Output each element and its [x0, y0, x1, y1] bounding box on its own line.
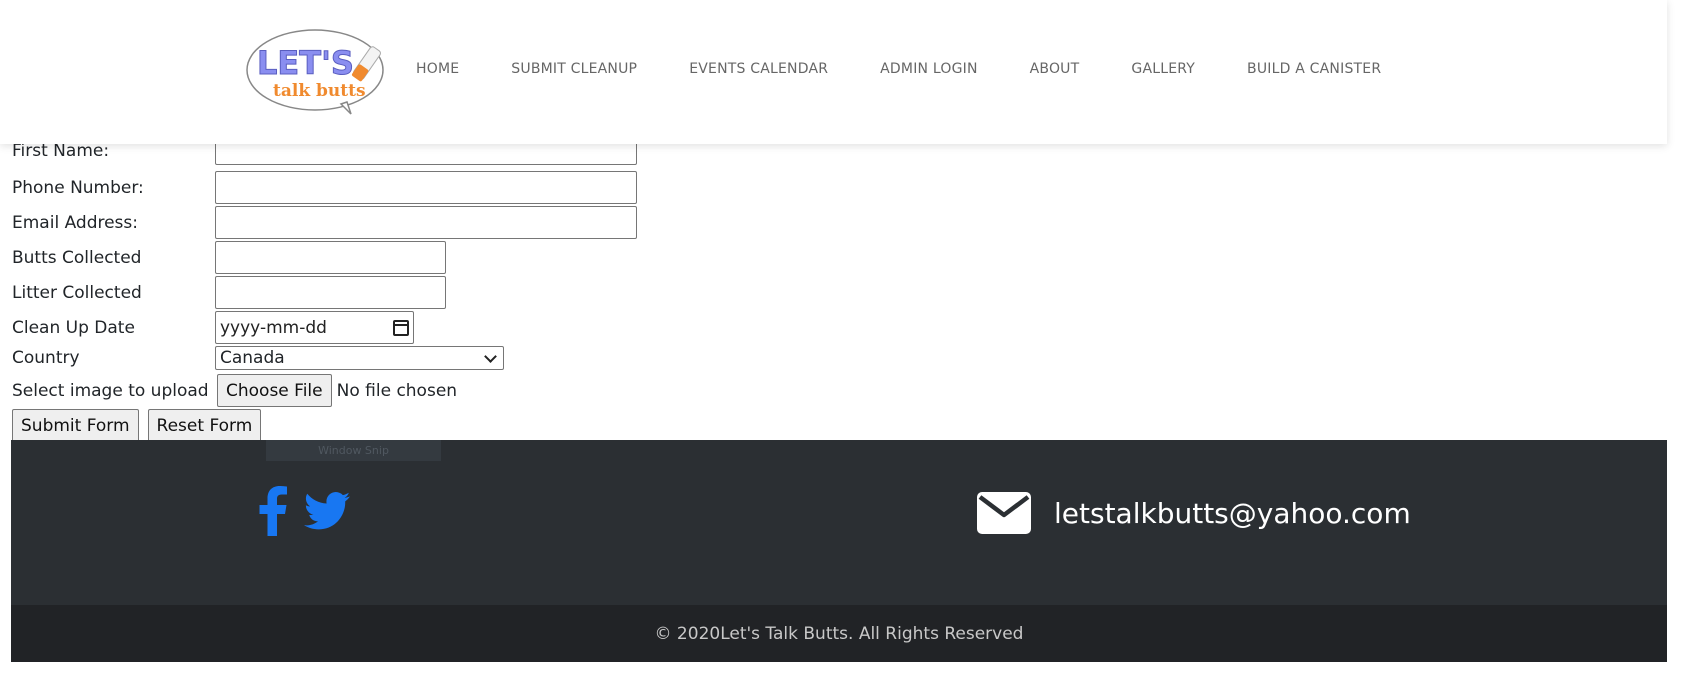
nav-submit-cleanup[interactable]: SUBMIT CLEANUP — [511, 61, 637, 77]
main-nav: HOME SUBMIT CLEANUP EVENTS CALENDAR ADMI… — [416, 0, 1381, 138]
nav-home[interactable]: HOME — [416, 61, 459, 77]
country-label: Country — [12, 348, 80, 368]
country-select[interactable]: Canada — [215, 346, 504, 370]
upload-label: Select image to upload — [12, 380, 209, 401]
butts-row: Butts Collected — [12, 241, 446, 274]
email-address[interactable]: letstalkbutts@yahoo.com — [1054, 497, 1411, 530]
choose-file-button[interactable]: Choose File — [217, 374, 332, 407]
submit-form-button[interactable]: Submit Form — [12, 409, 139, 442]
twitter-icon[interactable] — [304, 491, 350, 535]
first-name-label: First Name: — [12, 141, 110, 161]
reset-form-button[interactable]: Reset Form — [147, 409, 262, 442]
phone-input[interactable] — [215, 171, 637, 204]
copyright-text: © 2020Let's Talk Butts. All Rights Reser… — [654, 623, 1024, 644]
date-placeholder: yyyy-mm-dd — [220, 317, 327, 338]
cleanup-date-label: Clean Up Date — [12, 317, 135, 338]
logo-subtitle: talk butts — [273, 81, 366, 101]
actions-row: Submit Form Reset Form — [12, 409, 262, 442]
email-input[interactable] — [215, 206, 637, 239]
social-links — [258, 486, 350, 540]
nav-gallery[interactable]: GALLERY — [1131, 61, 1195, 77]
facebook-icon[interactable] — [258, 486, 288, 540]
envelope-icon — [977, 492, 1031, 534]
window-snip-overlay: Window Snip — [266, 440, 441, 461]
butts-collected-label: Butts Collected — [12, 247, 142, 268]
site-header: LET'S talk butts HOME SUBMIT CLEANUP EVE… — [0, 0, 1667, 144]
footer-copyright-bar: © 2020Let's Talk Butts. All Rights Reser… — [11, 605, 1667, 662]
logo-title: LET'S — [257, 44, 354, 82]
site-logo[interactable]: LET'S talk butts — [243, 24, 391, 116]
phone-row: Phone Number: — [12, 171, 637, 204]
nav-admin-login[interactable]: ADMIN LOGIN — [880, 61, 977, 77]
upload-row: Select image to upload Choose File No fi… — [12, 374, 457, 407]
date-row: Clean Up Date yyyy-mm-dd — [12, 311, 414, 344]
nav-about[interactable]: ABOUT — [1030, 61, 1080, 77]
email-row: Email Address: — [12, 206, 637, 239]
litter-collected-input[interactable] — [215, 276, 446, 309]
butts-collected-input[interactable] — [215, 241, 446, 274]
contact-email: letstalkbutts@yahoo.com — [977, 492, 1411, 534]
cleanup-date-input[interactable]: yyyy-mm-dd — [215, 311, 414, 344]
email-label: Email Address: — [12, 212, 138, 233]
phone-label: Phone Number: — [12, 177, 144, 198]
chevron-down-icon — [484, 349, 497, 363]
nav-build-a-canister[interactable]: BUILD A CANISTER — [1247, 61, 1381, 77]
litter-collected-label: Litter Collected — [12, 282, 142, 303]
country-row: Country Canada — [12, 346, 504, 370]
nav-events-calendar[interactable]: EVENTS CALENDAR — [689, 61, 828, 77]
file-status: No file chosen — [336, 380, 458, 401]
country-value: Canada — [220, 348, 285, 368]
litter-row: Litter Collected — [12, 276, 446, 309]
calendar-icon[interactable] — [393, 319, 409, 336]
